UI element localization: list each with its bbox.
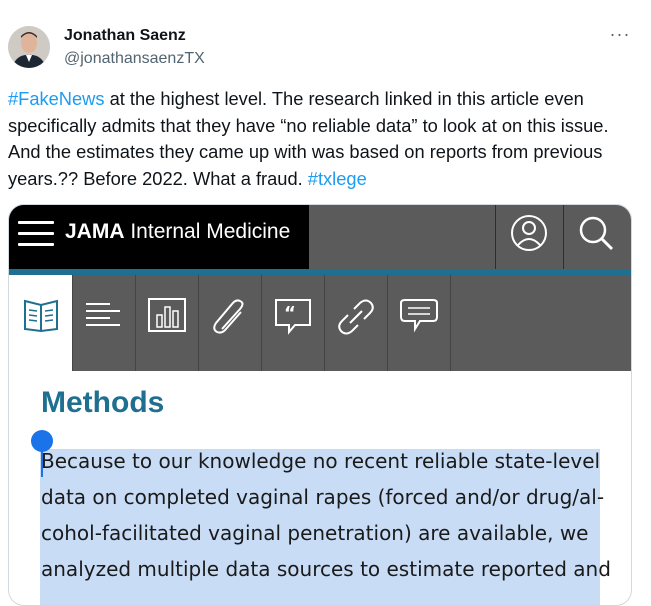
article-line: cohol-facilitated vaginal penetration) a… [41, 521, 589, 545]
article-line: Because to our knowledge no recent relia… [41, 449, 601, 473]
author-name[interactable]: Jonathan Saenz [64, 26, 186, 46]
jama-title-rest: Internal Medicine [124, 220, 291, 243]
jama-header: JAMA Internal Medicine [9, 205, 631, 269]
tab-quote-icon: “ [262, 275, 325, 371]
tweet-text: #FakeNews at the highest level. The rese… [8, 86, 638, 192]
tab-comment-icon [388, 275, 451, 371]
jama-title-bold: JAMA [65, 220, 125, 243]
article-line: analyzed multiple data sources to estima… [41, 557, 611, 581]
avatar[interactable] [8, 26, 50, 68]
tab-paperclip-icon [199, 275, 262, 371]
hashtag-txlege[interactable]: #txlege [308, 168, 367, 189]
more-icon: ··· [609, 24, 631, 44]
svg-text:“: “ [284, 303, 296, 324]
hashtag-fakenews[interactable]: #FakeNews [8, 88, 105, 109]
tab-text-icon [73, 275, 136, 371]
jama-brand-block: JAMA Internal Medicine [9, 205, 309, 269]
user-icon [495, 205, 562, 269]
article-body: Because to our knowledge no recent relia… [41, 443, 611, 587]
tab-bar-chart-icon [136, 275, 199, 371]
hamburger-menu-icon [18, 219, 54, 249]
jama-title: JAMA Internal Medicine [65, 219, 290, 245]
jama-header-actions [495, 205, 631, 269]
section-heading: Methods [41, 386, 165, 419]
tab-link-icon [325, 275, 388, 371]
tweet-media-image[interactable]: JAMA Internal Medicine “ Methods Because… [8, 204, 632, 606]
search-icon [563, 205, 630, 269]
author-handle[interactable]: @jonathansaenzTX [64, 49, 205, 69]
more-options-button[interactable]: ··· [606, 25, 634, 47]
article-line: data on completed vaginal rapes (forced … [41, 485, 605, 509]
tab-article-icon [9, 275, 73, 371]
article-tab-bar: “ [9, 275, 631, 371]
